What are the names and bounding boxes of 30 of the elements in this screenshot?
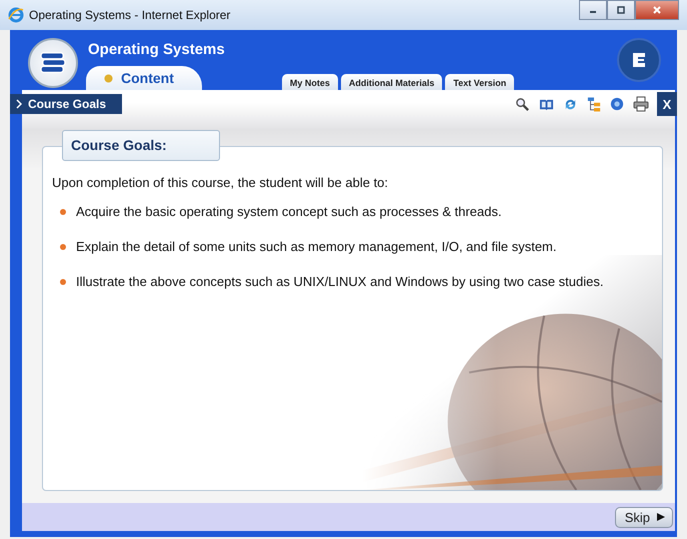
bullet-icon [60,208,66,214]
goal-text: Illustrate the above concepts such as UNIX/LINUX and Windows by using two case studies. [76,274,604,289]
section-heading: Course Goals: [62,130,220,161]
window-title: Operating Systems - Internet Explorer [29,8,230,22]
bullet-icon [60,278,66,284]
dot-icon [104,74,113,82]
bullet-icon [60,244,66,250]
close-course-button[interactable]: X [657,92,677,116]
close-icon [652,5,662,15]
tab[interactable]: My Notes [282,74,338,90]
sitemap-icon[interactable] [587,96,601,112]
intro-text: Upon completion of this course, the student will be able to: [52,175,390,190]
e-logo [617,38,661,82]
close-button[interactable] [635,0,679,20]
breadcrumb-bar[interactable]: Course Goals [10,94,122,114]
browser-icon [8,7,24,23]
books-logo [28,38,78,88]
maximize-button[interactable] [607,0,635,20]
goal-text: Explain the detail of some units such as memory management, I/O, and file system. [76,239,556,254]
goal-text: Acquire the basic operating system concept such as processes & threads. [76,204,502,219]
tab[interactable]: Text Version [445,74,514,90]
maximize-icon [616,5,626,15]
printer-icon[interactable] [633,96,649,112]
minimize-button[interactable] [579,0,607,20]
search-icon[interactable] [515,96,530,112]
tab[interactable]: Additional Materials [340,74,442,90]
course-title: Operating Systems [88,41,226,58]
skip-button[interactable]: Skip [614,506,673,528]
main-tab[interactable]: Content [86,66,202,90]
play-icon [656,512,666,522]
